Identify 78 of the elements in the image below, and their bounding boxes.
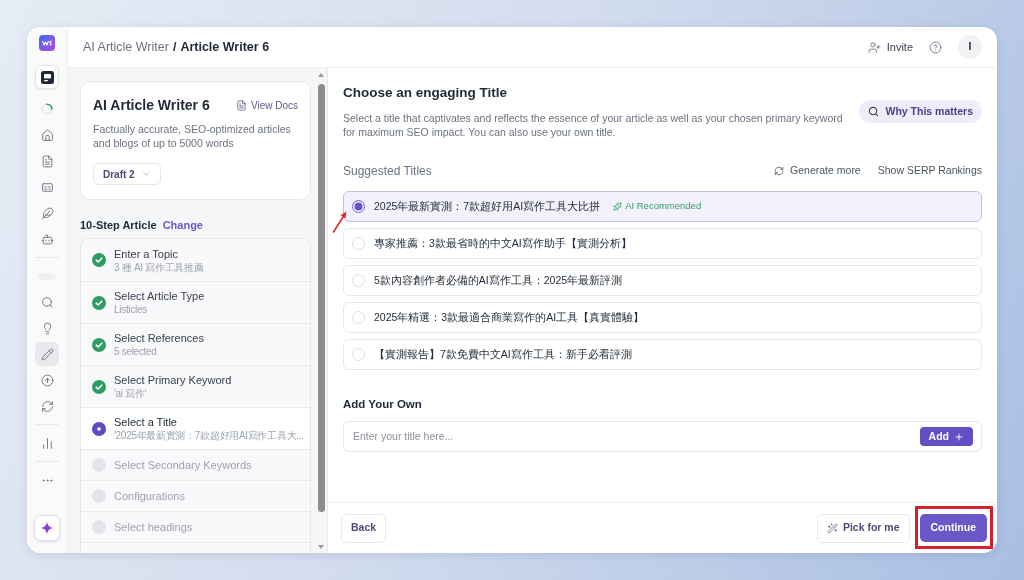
panel-button[interactable] bbox=[35, 65, 59, 89]
tool-title: AI Article Writer 6 bbox=[93, 96, 210, 114]
step-title: Enter a Topic bbox=[114, 246, 179, 261]
step-title: Select Article Type bbox=[114, 289, 205, 303]
refresh-icon bbox=[40, 399, 54, 413]
help-icon[interactable] bbox=[929, 40, 942, 54]
logo-icon bbox=[39, 35, 55, 51]
avatar[interactable]: I bbox=[958, 35, 982, 59]
chevron-down-icon bbox=[140, 169, 151, 179]
view-docs-link[interactable]: View Docs bbox=[235, 97, 298, 113]
steps-heading: 10-Step Article bbox=[80, 218, 157, 233]
title-option[interactable]: 專家推薦：3款最省時的中文AI寫作助手【實測分析】 bbox=[343, 228, 982, 259]
add-user-icon bbox=[867, 40, 881, 54]
step-detail: 3 種 AI 寫作工具推薦 bbox=[114, 260, 204, 274]
step-title: Select Primary Keyword bbox=[114, 373, 232, 387]
search-icon bbox=[40, 295, 54, 309]
scroll-up-icon[interactable] bbox=[318, 73, 324, 77]
loading-spinner-icon bbox=[41, 103, 53, 115]
why-this-matters-button[interactable]: Why This matters bbox=[859, 100, 982, 123]
radio-button[interactable] bbox=[352, 200, 365, 213]
refresh-icon bbox=[774, 166, 785, 176]
document-icon bbox=[235, 99, 247, 111]
step-title: Select References bbox=[114, 331, 204, 345]
add-button[interactable]: Add bbox=[919, 427, 973, 446]
title-input-field[interactable]: Enter your title here... Add bbox=[343, 421, 982, 452]
title-text: 專家推薦：3款最省時的中文AI寫作助手【實測分析】 bbox=[374, 235, 632, 251]
title-option[interactable]: 2025年最新實測：7款超好用AI寫作工具大比拼 AI Recommended bbox=[343, 191, 982, 222]
feather-icon bbox=[40, 206, 54, 220]
section-description: Select a title that captivates and reflects the essence of your article as well as your chosen primary keyword for maximum SEO impact. You can also use your own title. bbox=[343, 111, 844, 139]
add-own-heading: Add Your Own bbox=[343, 397, 423, 412]
search-icon bbox=[868, 106, 880, 117]
upload-icon bbox=[40, 373, 54, 387]
magic-wand-icon bbox=[826, 522, 838, 534]
step-title: Select a Title bbox=[114, 415, 178, 429]
document-icon bbox=[40, 154, 54, 168]
title-text: 5款內容創作者必備的AI寫作工具：2025年最新評測 bbox=[374, 272, 623, 288]
step-detail: '2025年最新實測：7款超好用AI寫作工具大... bbox=[114, 429, 304, 442]
pick-for-me-button[interactable]: Pick for me bbox=[816, 513, 910, 543]
sparkles-icon bbox=[613, 202, 623, 211]
generate-more-button[interactable]: Generate more bbox=[774, 163, 861, 179]
title-text: 2025年最新實測：7款超好用AI寫作工具大比拼 bbox=[374, 198, 601, 214]
captions-icon bbox=[40, 180, 54, 194]
back-button[interactable]: Back bbox=[341, 513, 387, 543]
breadcrumb-link[interactable]: AI Article Writer bbox=[83, 37, 169, 57]
section-title: Choose an engaging Title bbox=[343, 84, 509, 102]
step-title: Select Secondary Keywords bbox=[114, 458, 252, 472]
title-text: 【實測報告】7款免費中文AI寫作工具：新手必看評測 bbox=[374, 346, 632, 362]
app-tile-icon bbox=[40, 70, 54, 84]
step-detail: Listicles bbox=[114, 303, 148, 316]
step-detail: 'ai 寫作' bbox=[114, 387, 148, 400]
annotation-arrow bbox=[332, 211, 348, 233]
step-title: Configurations bbox=[114, 489, 185, 503]
scroll-down-icon[interactable] bbox=[318, 545, 324, 549]
suggested-heading: Suggested Titles bbox=[343, 163, 432, 179]
title-option[interactable]: 2025年精選：3款最適合商業寫作的AI工具【真實體驗】 bbox=[343, 302, 982, 333]
breadcrumb-current: Article Writer 6 bbox=[180, 38, 270, 56]
step-title: Select headings bbox=[114, 520, 193, 534]
breadcrumb-separator: / bbox=[172, 38, 177, 56]
title-option[interactable]: 【實測報告】7款免費中文AI寫作工具：新手必看評測 bbox=[343, 339, 982, 370]
step-detail: 5 selected bbox=[114, 345, 158, 358]
step-item[interactable]: Select a Title '2025年最新實測：7款超好用AI寫作工具大... bbox=[81, 407, 310, 450]
robot-icon bbox=[40, 232, 54, 246]
home-icon bbox=[40, 128, 54, 142]
recommended-label: AI Recommended bbox=[625, 199, 702, 214]
serp-rankings-link[interactable]: Show SERP Rankings bbox=[877, 163, 982, 179]
title-text: 2025年精選：3款最適合商業寫作的AI工具【真實體驗】 bbox=[374, 309, 645, 325]
title-option[interactable]: 5款內容創作者必備的AI寫作工具：2025年最新評測 bbox=[343, 265, 982, 296]
assistant-button[interactable] bbox=[34, 515, 60, 541]
pencil-button[interactable] bbox=[35, 342, 59, 366]
change-link[interactable]: Change bbox=[162, 217, 203, 233]
bar-chart-icon bbox=[40, 436, 54, 450]
invite-button[interactable]: Invite bbox=[867, 38, 913, 56]
pencil-icon bbox=[40, 347, 54, 361]
continue-button[interactable]: Continue bbox=[919, 514, 987, 542]
tool-description: Factually accurate, SEO-optimized articles and blogs of up to 5000 words bbox=[93, 122, 292, 150]
sparkle-icon bbox=[41, 522, 53, 534]
plus-icon bbox=[954, 431, 964, 442]
draft-dropdown[interactable]: Draft 2 bbox=[93, 163, 161, 185]
